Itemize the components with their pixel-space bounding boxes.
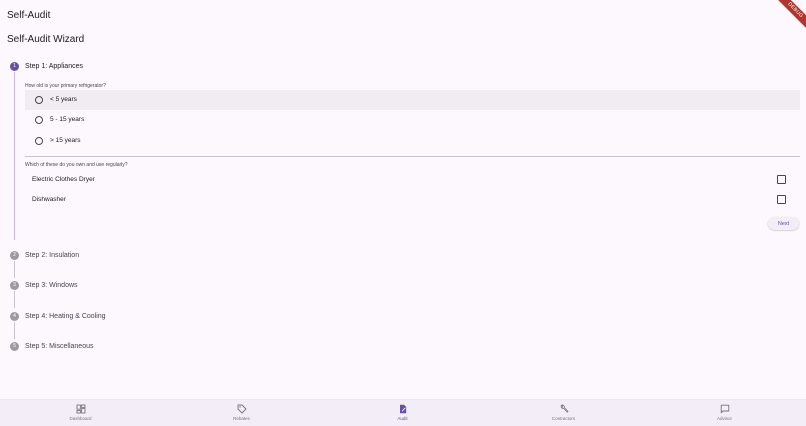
audit-document-icon <box>400 404 407 414</box>
step-1-indicator[interactable]: 1 <box>10 62 19 71</box>
wrench-icon <box>560 404 569 413</box>
nav-item-dashboard[interactable]: Dashboard <box>0 400 161 426</box>
checkbox[interactable] <box>777 195 786 204</box>
radio-label: > 15 years <box>50 137 81 144</box>
checkbox-option-dishwasher[interactable]: Dishwasher <box>25 190 800 210</box>
step-2-label[interactable]: Step 2: Insulation <box>25 251 79 260</box>
nav-item-audit[interactable]: Audit <box>322 400 483 426</box>
nav-item-advisor[interactable]: Advisor <box>644 400 805 426</box>
radio-button[interactable] <box>35 137 43 145</box>
step-5-label[interactable]: Step 5: Miscellaneous <box>25 342 93 351</box>
question-refrigerator-age: How old is your primary refrigerator? <box>25 83 106 89</box>
step-connector-3 <box>14 291 15 308</box>
next-button[interactable]: Next <box>768 217 799 230</box>
step-connector-1 <box>14 72 15 240</box>
step-2-indicator[interactable]: 2 <box>10 251 19 260</box>
question-divider <box>25 156 800 157</box>
checkbox-label: Electric Clothes Dryer <box>32 176 95 183</box>
radio-button[interactable] <box>35 96 43 104</box>
dashboard-icon <box>76 404 86 414</box>
nav-item-contractors[interactable]: Contractors <box>483 400 644 426</box>
nav-item-rebates[interactable]: Rebates <box>161 400 322 426</box>
checkbox-option-dryer[interactable]: Electric Clothes Dryer <box>25 170 800 190</box>
step-4-label[interactable]: Step 4: Heating & Cooling <box>25 312 106 321</box>
step-1-label[interactable]: Step 1: Appliances <box>25 62 83 71</box>
step-connector-2 <box>14 261 15 278</box>
nav-label: Advisor <box>716 416 732 421</box>
step-5-indicator[interactable]: 5 <box>10 342 19 351</box>
checkbox[interactable] <box>777 175 786 184</box>
step-connector-4 <box>14 322 15 339</box>
app-bar: Self-Audit <box>0 0 806 30</box>
radio-option-over-15[interactable]: > 15 years <box>25 131 800 151</box>
nav-label: Contractors <box>551 416 576 421</box>
step-3-indicator[interactable]: 3 <box>10 281 19 290</box>
app-title: Self-Audit <box>7 10 51 21</box>
radio-button[interactable] <box>35 116 43 124</box>
chat-bubble-icon <box>720 404 730 414</box>
bottom-navigation: Dashboard Rebates Audit Contractors Advi… <box>0 399 806 426</box>
nav-label: Rebates <box>233 416 250 421</box>
tag-icon <box>237 404 247 414</box>
radio-label: < 5 years <box>50 96 77 103</box>
nav-label: Dashboard <box>69 416 92 421</box>
nav-label: Audit <box>397 416 408 421</box>
checkbox-label: Dishwasher <box>32 196 66 203</box>
radio-option-under-5[interactable]: < 5 years <box>25 90 800 110</box>
radio-label: 5 - 15 years <box>50 116 85 123</box>
step-4-indicator[interactable]: 4 <box>10 312 19 321</box>
question-appliances-owned: Which of these do you own and use regula… <box>25 162 128 168</box>
radio-option-5-15[interactable]: 5 - 15 years <box>25 110 800 130</box>
wizard-title: Self-Audit Wizard <box>7 34 85 45</box>
step-3-label[interactable]: Step 3: Windows <box>25 281 78 290</box>
